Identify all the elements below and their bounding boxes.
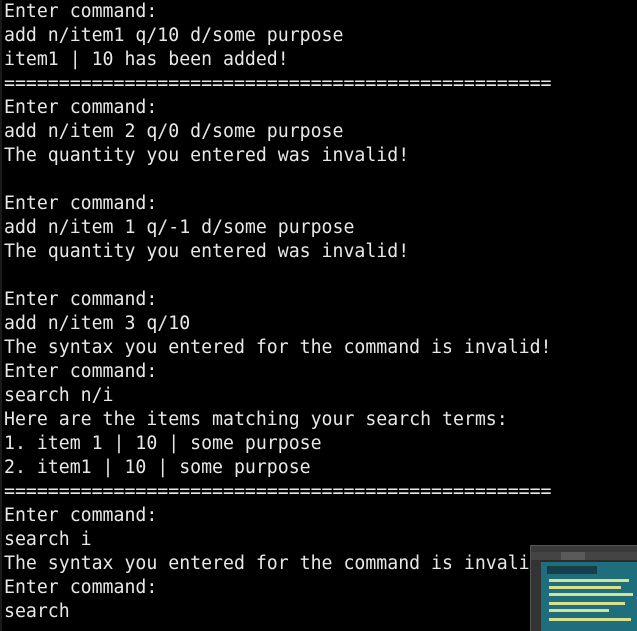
terminal-line: The syntax you entered for the command i… [4,553,530,574]
thumbnail-text-row [549,609,609,612]
terminal-separator: ========================================… [4,73,552,94]
terminal-line: 1. item 1 | 10 | some purpose [4,433,322,454]
terminal-left-edge [0,0,2,631]
thumbnail-sidebar [531,560,541,631]
terminal-line: add n/item1 q/10 d/some purpose [4,25,344,46]
terminal-line: Enter command: [4,1,158,22]
terminal-line: item1 | 10 has been added! [4,49,289,70]
terminal-line: Enter command: [4,97,158,118]
terminal-line: Enter command: [4,505,158,526]
terminal-line: Here are the items matching your search … [4,409,508,430]
terminal-line: add n/item 3 q/10 [4,313,191,334]
terminal-line: The syntax you entered for the command i… [4,337,552,358]
thumbnail-text-row [549,602,625,605]
thumbnail-text-row [549,579,629,582]
terminal-output: Enter command: add n/item1 q/10 d/some p… [4,0,552,624]
terminal-line: Enter command: [4,289,158,310]
terminal-line: Enter command: [4,193,158,214]
terminal-window[interactable]: Enter command: add n/item1 q/10 d/some p… [0,0,637,631]
terminal-line: The quantity you entered was invalid! [4,241,410,262]
terminal-line: 2. item1 | 10 | some purpose [4,457,311,478]
thumbnail-text-row [549,586,621,589]
window-preview-thumbnail[interactable] [530,545,637,631]
terminal-line: search i [4,529,92,550]
terminal-line: search n/i [4,385,114,406]
terminal-line: The quantity you entered was invalid! [4,145,410,166]
thumbnail-heading [547,566,597,574]
thumbnail-tab [561,552,585,560]
terminal-separator: ========================================… [4,481,552,502]
terminal-input-line[interactable]: search [4,600,552,624]
terminal-line: Enter command: [4,577,158,598]
terminal-line: add n/item 2 q/0 d/some purpose [4,121,344,142]
terminal-line: add n/item 1 q/-1 d/some purpose [4,217,355,238]
terminal-line: Enter command: [4,361,158,382]
thumbnail-text-row [549,593,633,596]
thumbnail-text-row [549,618,631,621]
